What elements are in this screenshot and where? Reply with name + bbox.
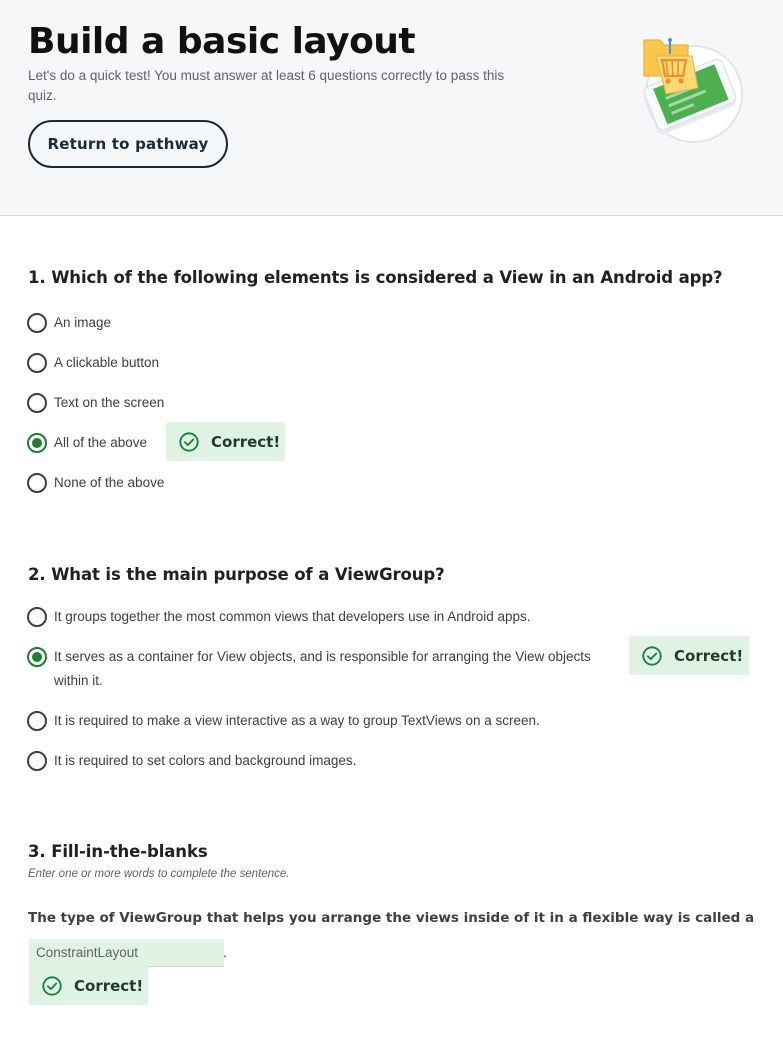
- quiz-description: Let's do a quick test! You must answer a…: [28, 68, 505, 103]
- question-1-title: 1. Which of the following elements is co…: [28, 268, 723, 287]
- feedback-text: Correct!: [74, 976, 144, 995]
- radio-selected-icon[interactable]: [27, 647, 47, 667]
- question-1-option-an-image[interactable]: An image: [27, 313, 112, 335]
- shopping-cart-phone-illustration: [643, 38, 743, 143]
- radio-selected-icon[interactable]: [27, 433, 47, 453]
- question-2-option-make-view-interactive[interactable]: It is required to make a view interactiv…: [27, 711, 540, 733]
- option-label: All of the above: [54, 435, 148, 450]
- radio-icon[interactable]: [27, 711, 47, 731]
- question-3-correct-feedback: Correct!: [29, 966, 148, 1005]
- option-label: It serves as a container for View object…: [54, 649, 591, 688]
- check-circle-icon: [42, 975, 62, 996]
- question-3-hint: Enter one or more words to complete the …: [28, 868, 290, 880]
- question-1-option-none-of-the-above[interactable]: None of the above: [27, 473, 165, 495]
- sentence-period: .: [223, 944, 227, 960]
- fill-in-blank-input[interactable]: [29, 939, 224, 967]
- question-3-title: 3. Fill-in-the-blanks: [28, 842, 208, 861]
- question-3-sentence: The type of ViewGroup that helps you arr…: [28, 910, 755, 926]
- question-1-option-text-on-screen[interactable]: Text on the screen: [27, 393, 165, 415]
- page-title: Build a basic layout: [28, 21, 416, 62]
- question-2-option-container-for-views[interactable]: It serves as a container for View object…: [27, 647, 617, 693]
- question-2-option-set-colors[interactable]: It is required to set colors and backgro…: [27, 751, 357, 773]
- radio-icon[interactable]: [27, 751, 47, 771]
- question-2-title: 2. What is the main purpose of a ViewGro…: [28, 565, 445, 584]
- question-2-correct-feedback: Correct!: [629, 636, 749, 675]
- radio-icon[interactable]: [27, 607, 47, 627]
- question-1-option-clickable-button[interactable]: A clickable button: [27, 353, 160, 375]
- option-label: It is required to set colors and backgro…: [54, 753, 357, 768]
- radio-icon[interactable]: [27, 473, 47, 493]
- option-label: An image: [54, 315, 112, 330]
- question-1-option-all-of-the-above[interactable]: All of the above: [27, 433, 148, 455]
- feedback-text: Correct!: [674, 646, 744, 665]
- radio-icon[interactable]: [27, 313, 47, 333]
- quiz-header: Build a basic layout Let's do a quick te…: [0, 0, 783, 216]
- check-circle-icon: [179, 431, 199, 452]
- return-to-pathway-button[interactable]: Return to pathway: [28, 120, 228, 168]
- question-1-correct-feedback: Correct!: [166, 422, 285, 461]
- option-label: A clickable button: [54, 355, 160, 370]
- check-circle-icon: [642, 645, 662, 666]
- option-label: None of the above: [54, 475, 165, 490]
- option-label: It groups together the most common views…: [54, 609, 531, 624]
- option-label: Text on the screen: [54, 395, 165, 410]
- question-2-option-groups-common-views[interactable]: It groups together the most common views…: [27, 607, 531, 629]
- radio-icon[interactable]: [27, 353, 47, 373]
- option-label: It is required to make a view interactiv…: [54, 713, 540, 728]
- feedback-text: Correct!: [211, 432, 281, 451]
- radio-icon[interactable]: [27, 393, 47, 413]
